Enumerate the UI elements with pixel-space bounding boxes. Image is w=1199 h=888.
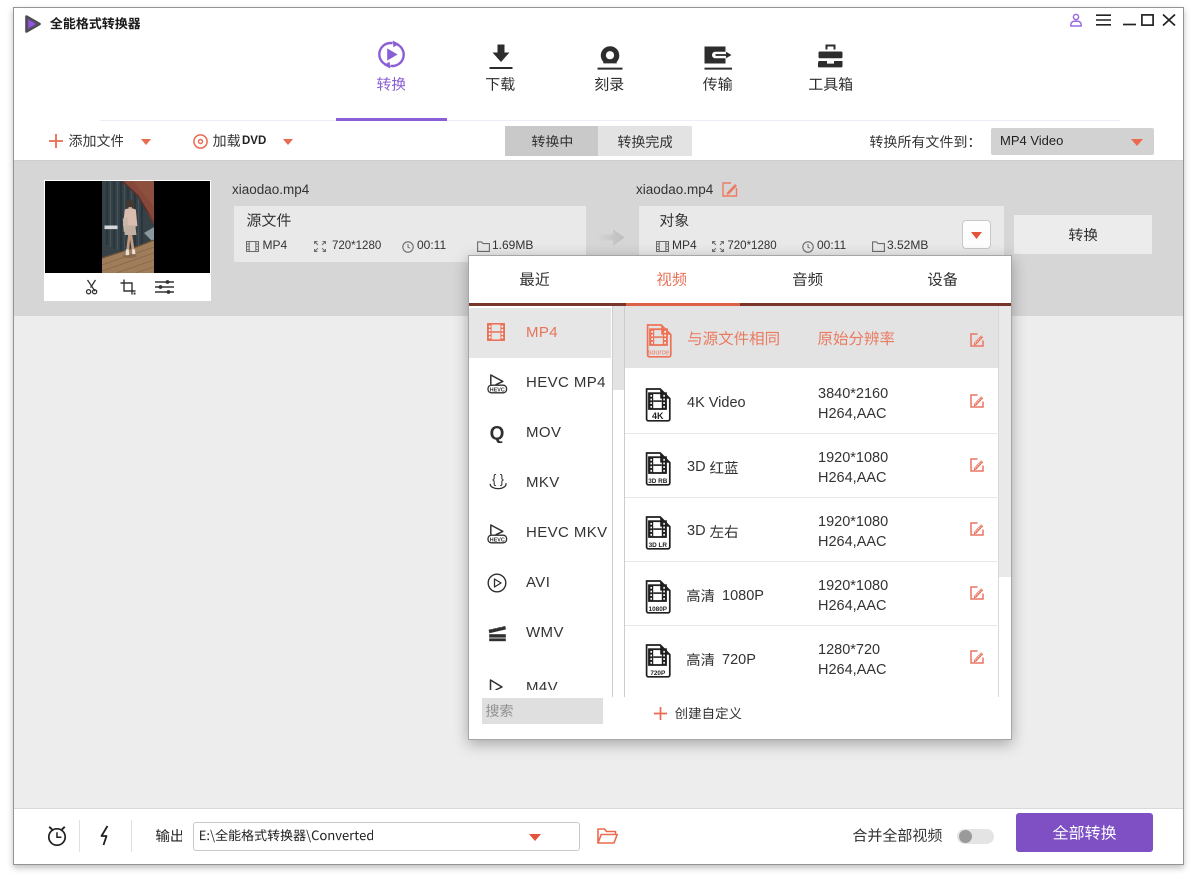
svg-text:HEVC: HEVC [490, 537, 505, 543]
svg-text:3D RB: 3D RB [648, 478, 668, 485]
svg-text:HEVC: HEVC [490, 387, 505, 393]
svg-text:3D LR: 3D LR [649, 542, 668, 549]
svg-text:Q: Q [490, 424, 505, 443]
svg-text:4K: 4K [652, 411, 664, 421]
svg-text:1080P: 1080P [649, 606, 668, 613]
svg-text:{ }: { } [492, 473, 504, 487]
svg-text:source: source [648, 349, 669, 356]
svg-text:720P: 720P [650, 670, 666, 677]
